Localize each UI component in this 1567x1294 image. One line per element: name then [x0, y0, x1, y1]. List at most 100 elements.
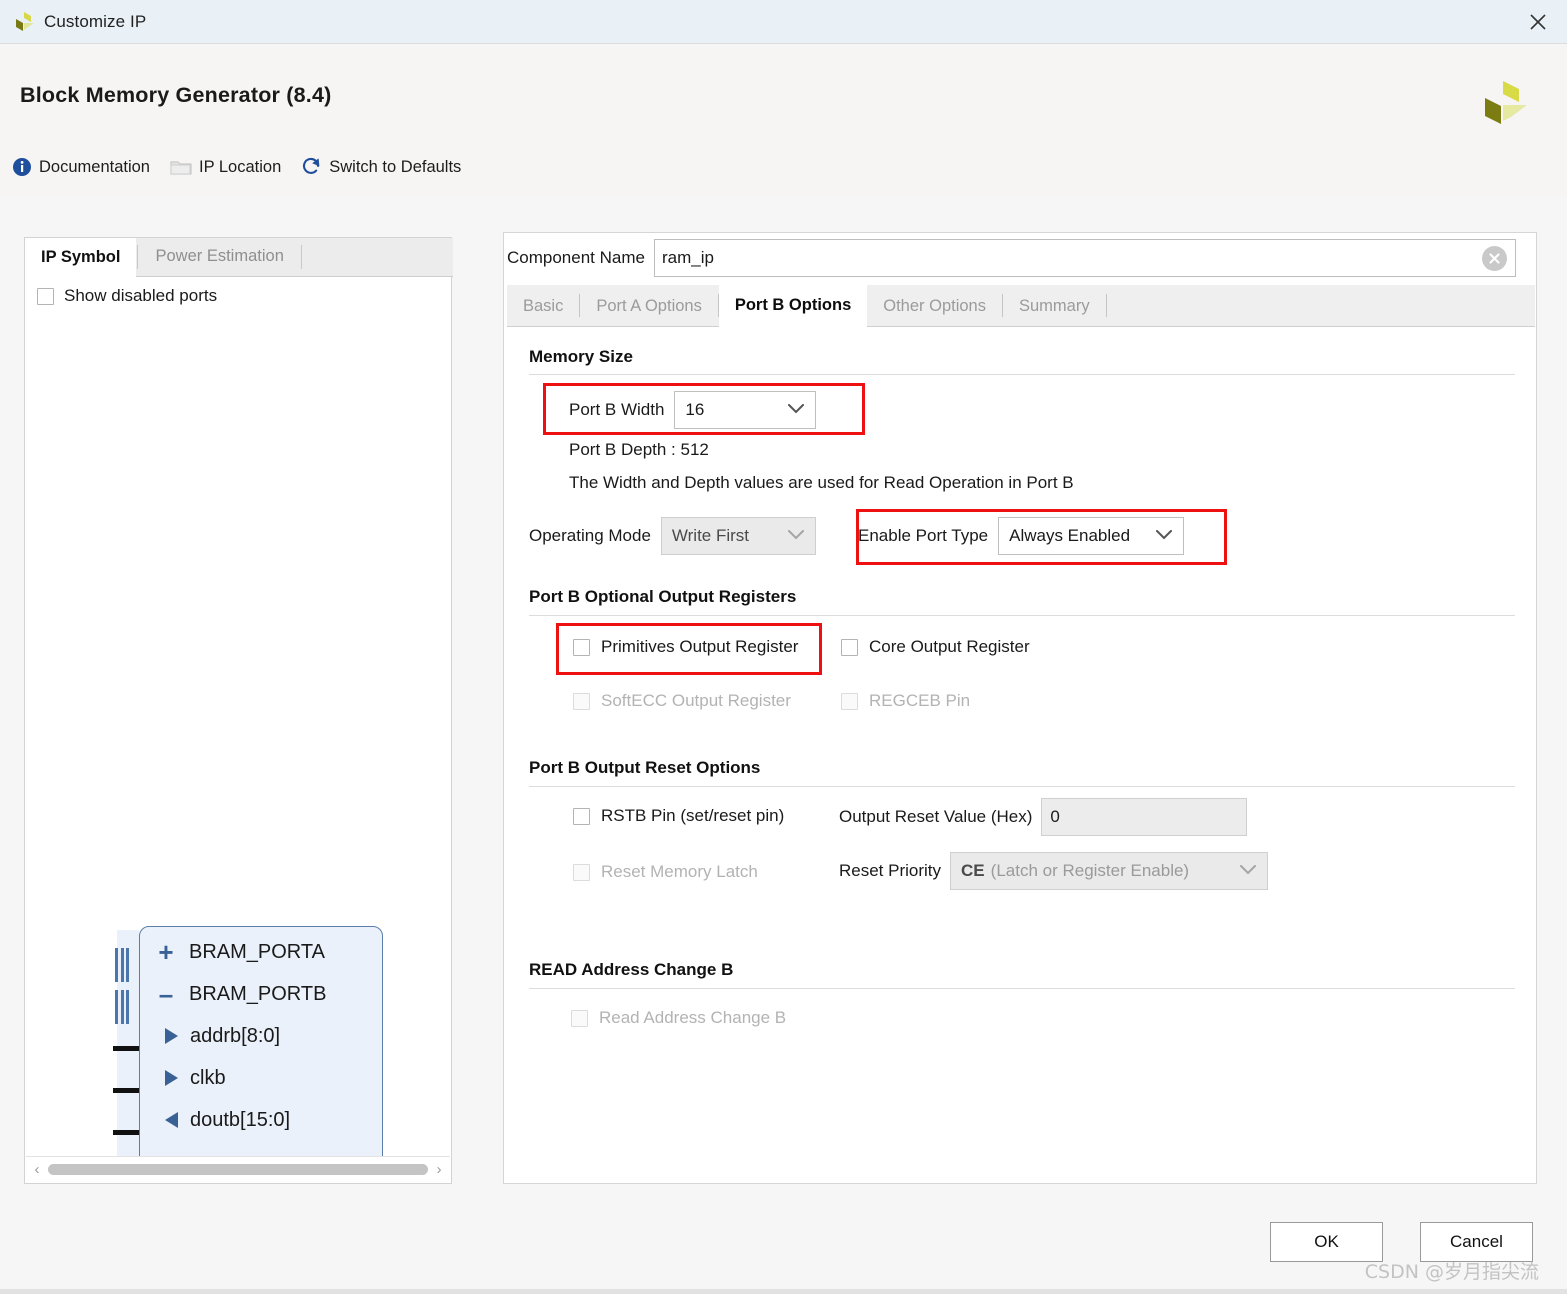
tab-ip-symbol[interactable]: IP Symbol — [25, 238, 137, 277]
port-b-width-row: Port B Width 16 — [569, 391, 817, 429]
scroll-track[interactable] — [48, 1157, 428, 1183]
tab-port-b-options-label: Port B Options — [734, 296, 852, 314]
xilinx-brand-logo-icon — [1475, 75, 1531, 131]
show-disabled-ports-checkbox[interactable] — [37, 287, 54, 305]
bus-pin-portb — [115, 990, 129, 1024]
dialog-header: Block Memory Generator (8.4) Documentati… — [0, 45, 1567, 197]
tab-other-options[interactable]: Other Options — [867, 285, 1002, 327]
folder-icon — [170, 158, 192, 176]
reset-memory-latch-checkbox — [573, 863, 590, 881]
refresh-icon — [301, 157, 322, 177]
ip-location-button[interactable]: IP Location — [170, 158, 281, 177]
primitives-output-register-row[interactable]: Primitives Output Register — [573, 637, 798, 657]
input-arrow-icon — [165, 1070, 178, 1086]
primitives-output-register-checkbox[interactable] — [573, 638, 590, 656]
chevron-down-icon — [1240, 862, 1257, 880]
window-bottom-edge — [0, 1289, 1567, 1294]
memory-size-divider — [529, 374, 1515, 375]
expand-plus-icon[interactable]: + — [153, 939, 179, 965]
collapse-minus-icon[interactable]: – — [153, 981, 179, 1007]
symbol-port-label: doutb[15:0] — [190, 1108, 291, 1131]
tab-other-options-label: Other Options — [883, 296, 986, 315]
ip-symbol-drawing: + BRAM_PORTA – BRAM_PORTB addrb[8:0] clk… — [25, 318, 451, 1174]
component-name-field-wrap — [653, 239, 1516, 277]
symbol-horizontal-scrollbar[interactable]: ‹ › — [26, 1156, 450, 1182]
bus-pin-porta — [115, 948, 129, 982]
reset-memory-latch-label: Reset Memory Latch — [601, 862, 758, 881]
output-reset-options-section-title: Port B Output Reset Options — [529, 758, 761, 777]
regceb-pin-label: REGCEB Pin — [869, 691, 971, 710]
tab-port-b-options[interactable]: Port B Options — [718, 285, 868, 327]
softecc-output-register-row: SoftECC Output Register — [573, 691, 791, 711]
pin-doutb — [113, 1130, 141, 1135]
pin-addrb — [113, 1046, 141, 1051]
cancel-button-label: Cancel — [1450, 1232, 1503, 1251]
chevron-down-icon — [1156, 527, 1173, 545]
tab-basic[interactable]: Basic — [507, 285, 579, 327]
symbol-port-addrb: addrb[8:0] — [139, 1019, 280, 1053]
component-name-input[interactable] — [654, 247, 1455, 269]
port-b-width-value: 16 — [685, 400, 705, 419]
tab-port-a-options-label: Port A Options — [596, 296, 702, 315]
left-tabbar: IP Symbol Power Estimation — [25, 238, 453, 277]
read-address-change-divider — [529, 988, 1515, 989]
enable-port-type-select[interactable]: Always Enabled — [998, 517, 1185, 555]
read-address-change-b-checkbox — [571, 1009, 588, 1027]
scroll-right-icon[interactable]: › — [428, 1157, 450, 1183]
operating-mode-value: Write First — [671, 526, 750, 545]
documentation-button[interactable]: Documentation — [12, 157, 150, 177]
cancel-button[interactable]: Cancel — [1420, 1222, 1533, 1262]
output-reset-value-input[interactable]: 0 — [1041, 798, 1248, 836]
port-b-width-select[interactable]: 16 — [674, 391, 817, 429]
operating-mode-label: Operating Mode — [529, 526, 651, 545]
enable-port-type-label: Enable Port Type — [858, 526, 989, 545]
show-disabled-ports-label: Show disabled ports — [64, 286, 218, 305]
close-icon[interactable] — [1525, 9, 1551, 35]
output-reset-options-divider — [529, 786, 1515, 787]
port-b-options-content: Memory Size Port B Width 16 Port B Depth… — [507, 327, 1535, 1180]
input-arrow-icon — [165, 1028, 178, 1044]
core-output-register-checkbox[interactable] — [841, 638, 858, 656]
tab-summary[interactable]: Summary — [1003, 285, 1106, 327]
reset-priority-value-dim: (Latch or Register Enable) — [990, 861, 1190, 880]
ip-location-label: IP Location — [198, 157, 282, 176]
output-reset-value-row: Output Reset Value (Hex) 0 — [839, 798, 1248, 836]
switch-to-defaults-button[interactable]: Switch to Defaults — [301, 157, 461, 177]
tab-power-estimation[interactable]: Power Estimation — [139, 237, 299, 276]
tab-divider — [1105, 294, 1107, 317]
tab-basic-label: Basic — [523, 296, 564, 315]
port-b-width-label: Port B Width — [569, 400, 665, 419]
show-disabled-ports-row[interactable]: Show disabled ports — [37, 286, 217, 306]
symbol-port-label: BRAM_PORTA — [189, 940, 325, 963]
page-title: Block Memory Generator (8.4) — [20, 83, 332, 107]
tab-ip-symbol-label: IP Symbol — [41, 247, 121, 266]
symbol-port-bram-porta[interactable]: + BRAM_PORTA — [139, 935, 325, 969]
read-address-change-b-label: Read Address Change B — [599, 1008, 787, 1027]
output-arrow-icon — [165, 1112, 178, 1128]
enable-port-type-value: Always Enabled — [1009, 526, 1131, 545]
output-reset-value-label: Output Reset Value (Hex) — [839, 807, 1033, 826]
window-titlebar: Customize IP — [0, 0, 1567, 44]
rstb-pin-checkbox[interactable] — [573, 807, 590, 825]
regceb-pin-checkbox — [841, 692, 858, 710]
rstb-pin-row[interactable]: RSTB Pin (set/reset pin) — [573, 806, 784, 826]
symbol-port-doutb: doutb[15:0] — [139, 1103, 290, 1137]
scroll-thumb[interactable] — [48, 1164, 428, 1175]
output-reset-value-text: 0 — [1050, 807, 1060, 826]
documentation-label: Documentation — [39, 157, 150, 176]
component-name-label: Component Name — [507, 248, 645, 267]
ok-button[interactable]: OK — [1270, 1222, 1383, 1262]
scroll-left-icon[interactable]: ‹ — [26, 1157, 48, 1183]
component-name-row: Component Name — [504, 233, 1538, 283]
symbol-port-bram-portb[interactable]: – BRAM_PORTB — [139, 977, 327, 1011]
core-output-register-row[interactable]: Core Output Register — [841, 637, 1030, 657]
softecc-output-register-checkbox — [573, 692, 590, 710]
chevron-down-icon — [788, 401, 805, 419]
tab-summary-label: Summary — [1018, 296, 1090, 315]
clear-icon[interactable] — [1481, 246, 1507, 271]
optional-output-registers-section-title: Port B Optional Output Registers — [529, 587, 797, 606]
reset-priority-select: CE (Latch or Register Enable) — [950, 852, 1269, 890]
symbol-port-label: BRAM_PORTB — [189, 982, 327, 1005]
xilinx-logo-icon — [12, 11, 36, 33]
tab-port-a-options[interactable]: Port A Options — [580, 285, 717, 327]
